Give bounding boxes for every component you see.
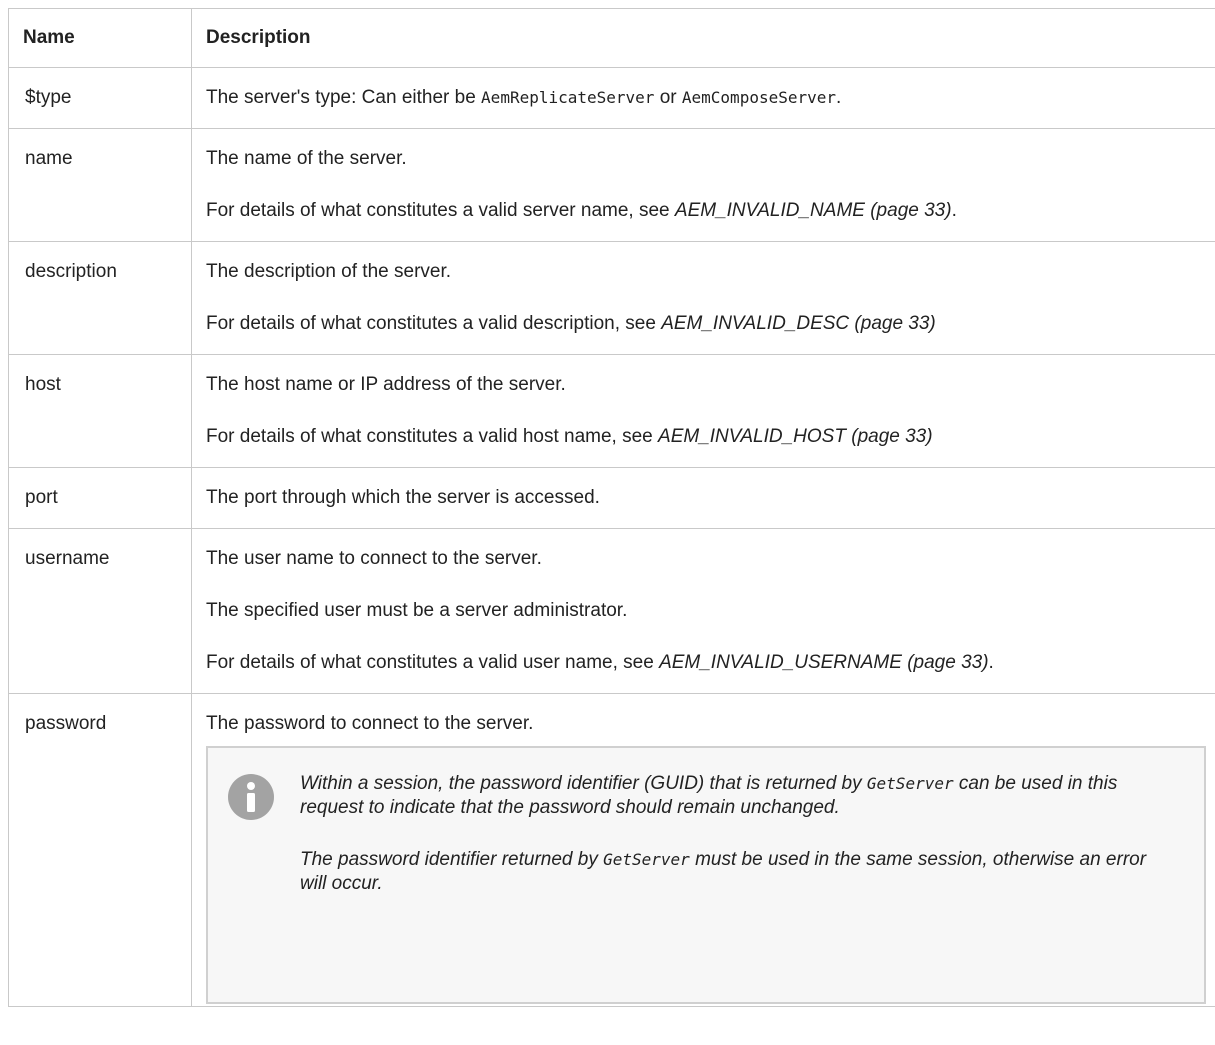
table-row: username The user name to connect to the… — [8, 528, 1215, 694]
code-getserver: GetServer — [866, 774, 954, 793]
text-segment: For details of what constitutes a valid … — [206, 652, 660, 673]
param-name: host — [8, 354, 192, 468]
description-text: For details of what constitutes a valid … — [206, 651, 1206, 675]
text-segment: For details of what constitutes a valid … — [206, 426, 659, 447]
param-description: The user name to connect to the server. … — [191, 528, 1215, 694]
table-row: name The name of the server. For details… — [8, 128, 1215, 242]
param-name: password — [8, 693, 192, 1007]
note-box: Within a session, the password identifie… — [206, 746, 1206, 1004]
table-row: password The password to connect to the … — [8, 693, 1215, 1007]
table-row: port The port through which the server i… — [8, 467, 1215, 529]
text-segment: Within a session, the password identifie… — [300, 773, 867, 794]
text-segment: or — [654, 87, 682, 108]
info-icon — [228, 774, 274, 820]
parameters-table: Name Description $type The server's type… — [8, 8, 1215, 1007]
param-description: The server's type: Can either be AemRepl… — [191, 67, 1215, 129]
description-text: The name of the server. — [206, 148, 407, 169]
text-segment: The password identifier returned by — [300, 849, 604, 870]
param-description: The description of the server. For detai… — [191, 241, 1215, 355]
note-paragraph: The password identifier returned by GetS… — [300, 848, 1164, 896]
header-description: Description — [191, 8, 1215, 68]
description-text: The description of the server. — [206, 261, 452, 282]
param-description: The host name or IP address of the serve… — [191, 354, 1215, 468]
description-text: The host name or IP address of the serve… — [206, 374, 566, 395]
description-text: The user name to connect to the server. — [206, 548, 542, 569]
text-segment: . — [951, 200, 957, 221]
document-page: Name Description $type The server's type… — [0, 0, 1215, 1045]
param-name: description — [8, 241, 192, 355]
param-name: name — [8, 128, 192, 242]
description-text: The port through which the server is acc… — [206, 487, 600, 508]
table-row: description The description of the serve… — [8, 241, 1215, 355]
header-name: Name — [8, 8, 192, 68]
cross-reference-link[interactable]: AEM_INVALID_NAME (page 33) — [675, 200, 952, 221]
table-header-row: Name Description — [8, 8, 1215, 68]
text-segment: For details of what constitutes a valid … — [206, 313, 662, 334]
note-paragraph: Within a session, the password identifie… — [300, 772, 1164, 820]
param-description: The password to connect to the server. W… — [191, 693, 1215, 1007]
param-name: $type — [8, 67, 192, 129]
description-text: For details of what constitutes a valid … — [206, 312, 1206, 336]
table-row: host The host name or IP address of the … — [8, 354, 1215, 468]
description-text: The password to connect to the server. — [206, 713, 534, 734]
code-replicate-server: AemReplicateServer — [481, 88, 655, 107]
param-description: The name of the server. For details of w… — [191, 128, 1215, 242]
cross-reference-link[interactable]: AEM_INVALID_HOST (page 33) — [658, 426, 933, 447]
param-name: username — [8, 528, 192, 694]
code-getserver: GetServer — [603, 850, 690, 869]
cross-reference-link[interactable]: AEM_INVALID_USERNAME (page 33) — [659, 652, 988, 673]
description-text: The server's type: Can either be AemRepl… — [206, 86, 1206, 110]
text-segment: . — [988, 652, 994, 673]
description-text: For details of what constitutes a valid … — [206, 425, 1206, 449]
table-row: $type The server's type: Can either be A… — [8, 67, 1215, 129]
cross-reference-link[interactable]: AEM_INVALID_DESC (page 33) — [661, 313, 936, 334]
text-segment: . — [836, 87, 842, 108]
text-segment: For details of what constitutes a valid … — [206, 200, 675, 221]
text-segment: The server's type: Can either be — [206, 87, 482, 108]
code-compose-server: AemComposeServer — [681, 88, 837, 107]
description-text: The specified user must be a server admi… — [206, 600, 628, 621]
description-text: For details of what constitutes a valid … — [206, 199, 1206, 223]
param-name: port — [8, 467, 192, 529]
param-description: The port through which the server is acc… — [191, 467, 1215, 529]
